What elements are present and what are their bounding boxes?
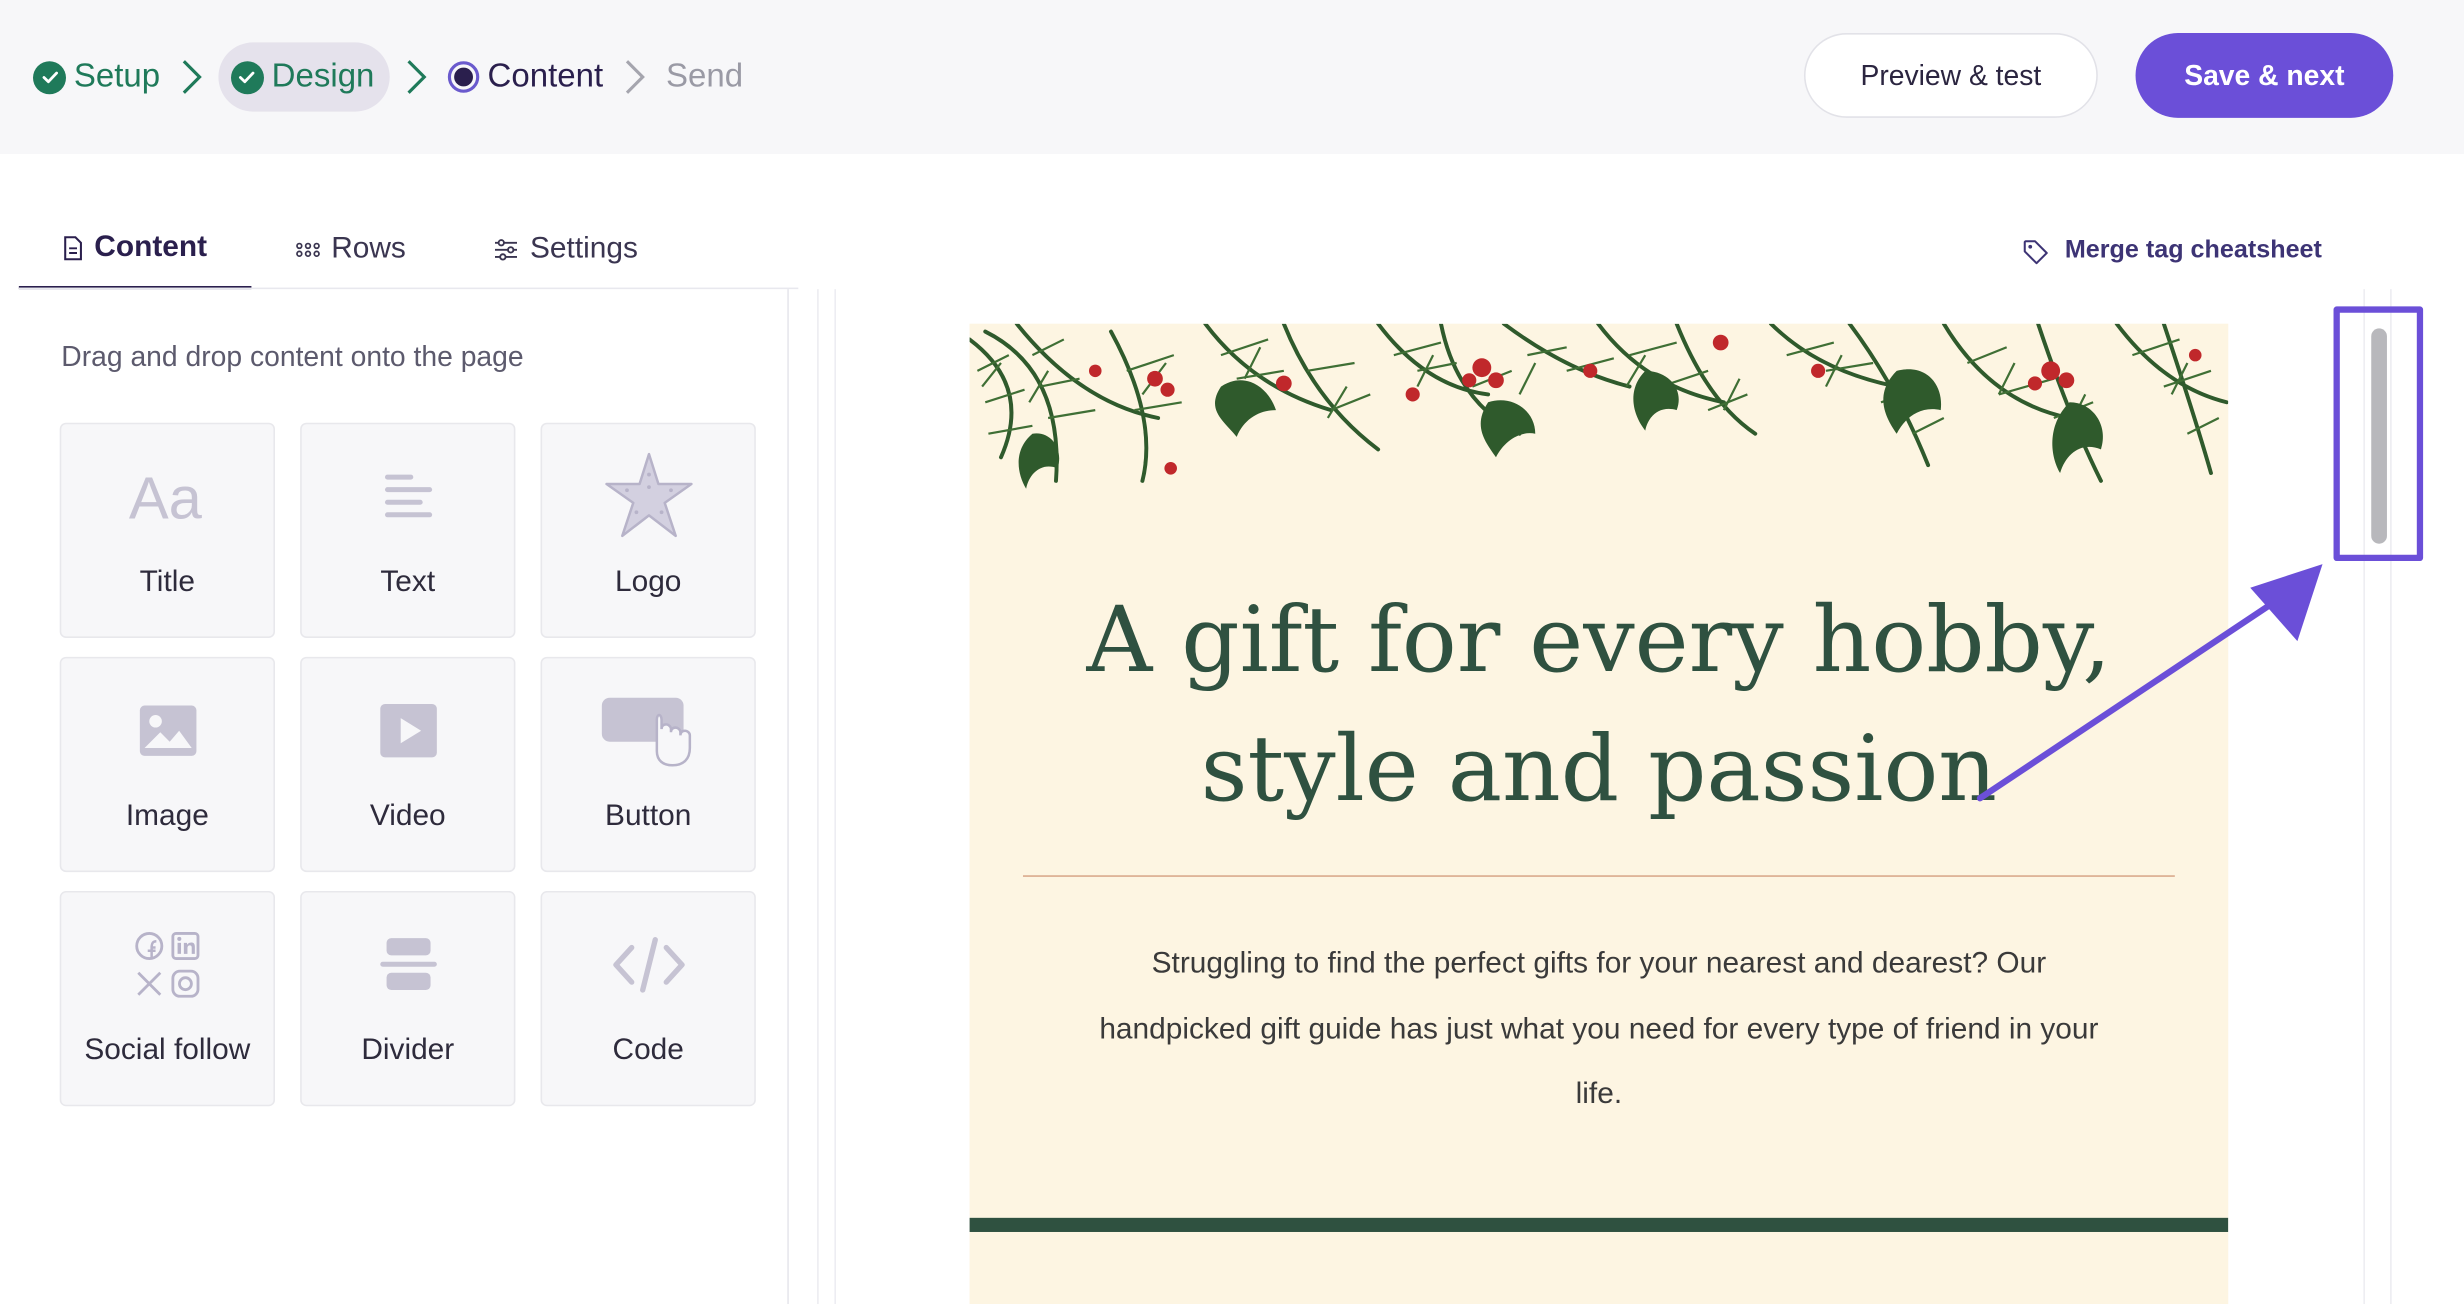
step-label: Send	[666, 58, 744, 95]
content-blocks-panel: Drag and drop content onto the page Aa T…	[19, 289, 789, 1304]
block-logo[interactable]: Logo	[540, 422, 756, 638]
social-icons	[130, 918, 205, 1012]
block-label: Code	[612, 1033, 684, 1067]
grid-dots-icon	[295, 242, 320, 258]
divider-icon	[376, 918, 439, 1012]
document-icon	[63, 236, 83, 261]
block-label: Text	[380, 565, 436, 599]
callout-arrow-icon	[1976, 564, 2323, 802]
merge-tag-cheatsheet-link[interactable]: Merge tag cheatsheet	[2022, 231, 2322, 272]
block-button[interactable]: Button	[540, 656, 756, 873]
block-image[interactable]: Image	[59, 656, 275, 873]
preview-test-button[interactable]: Preview & test	[1803, 32, 2098, 118]
email-body-text[interactable]: Struggling to find the perfect gifts for…	[1080, 932, 2119, 1128]
email-green-band	[969, 1217, 2229, 1232]
holly-garland-image	[969, 323, 2229, 505]
step-send[interactable]: Send	[661, 42, 748, 111]
block-video[interactable]: Video	[300, 656, 516, 873]
check-circle-icon	[230, 60, 264, 94]
step-label: Content	[487, 58, 604, 95]
sliders-icon	[494, 239, 519, 261]
email-divider-line	[1022, 875, 2175, 877]
content-blocks-grid: Aa Title Text Logo Image Video Button So…	[59, 422, 756, 1107]
chevron-right-icon	[400, 53, 435, 100]
block-divider[interactable]: Divider	[300, 890, 516, 1107]
block-label: Logo	[614, 565, 682, 599]
video-play-icon	[378, 684, 438, 778]
starfish-logo-icon	[601, 449, 695, 543]
title-icon: Aa	[128, 449, 207, 543]
progress-stepper: Setup Design Content Send	[28, 42, 748, 112]
block-text[interactable]: Text	[300, 422, 516, 638]
check-circle-icon	[32, 60, 66, 94]
code-brackets-icon	[609, 918, 688, 1012]
block-label: Title	[139, 565, 196, 599]
block-label: Image	[125, 799, 209, 833]
block-label: Button	[605, 799, 692, 833]
step-label: Setup	[73, 58, 161, 95]
block-label: Divider	[361, 1033, 455, 1067]
step-setup[interactable]: Setup	[28, 42, 165, 111]
svg-text:Aa: Aa	[128, 465, 202, 528]
sidebar-tabs: Content Rows Settings	[18, 211, 682, 290]
top-bar: Setup Design Content Send Preview & test…	[0, 0, 2464, 154]
step-label: Design	[271, 58, 375, 95]
tab-content[interactable]: Content	[18, 211, 252, 290]
tab-label: Settings	[530, 232, 638, 266]
button-pointer-icon	[599, 684, 696, 778]
text-lines-icon	[381, 449, 434, 543]
block-code[interactable]: Code	[540, 890, 756, 1107]
step-content[interactable]: Content	[444, 42, 608, 111]
block-label: Video	[369, 799, 446, 833]
block-label: Social follow	[84, 1033, 251, 1067]
tab-settings[interactable]: Settings	[450, 211, 682, 290]
panel-hint: Drag and drop content onto the page	[61, 340, 524, 373]
block-title[interactable]: Aa Title	[59, 422, 275, 638]
chevron-right-icon	[174, 53, 209, 100]
tab-label: Content	[94, 230, 208, 264]
scrollbar-highlight-box	[2333, 306, 2424, 561]
merge-tag-label: Merge tag cheatsheet	[2064, 237, 2322, 264]
tag-icon	[2022, 238, 2049, 265]
image-icon	[137, 684, 197, 778]
tab-rows[interactable]: Rows	[251, 211, 450, 290]
tab-label: Rows	[331, 232, 406, 266]
current-step-icon	[448, 61, 480, 93]
chevron-right-icon	[617, 53, 652, 100]
step-design[interactable]: Design	[218, 42, 391, 112]
save-next-button[interactable]: Save & next	[2135, 32, 2394, 118]
block-social-follow[interactable]: Social follow	[59, 890, 275, 1107]
